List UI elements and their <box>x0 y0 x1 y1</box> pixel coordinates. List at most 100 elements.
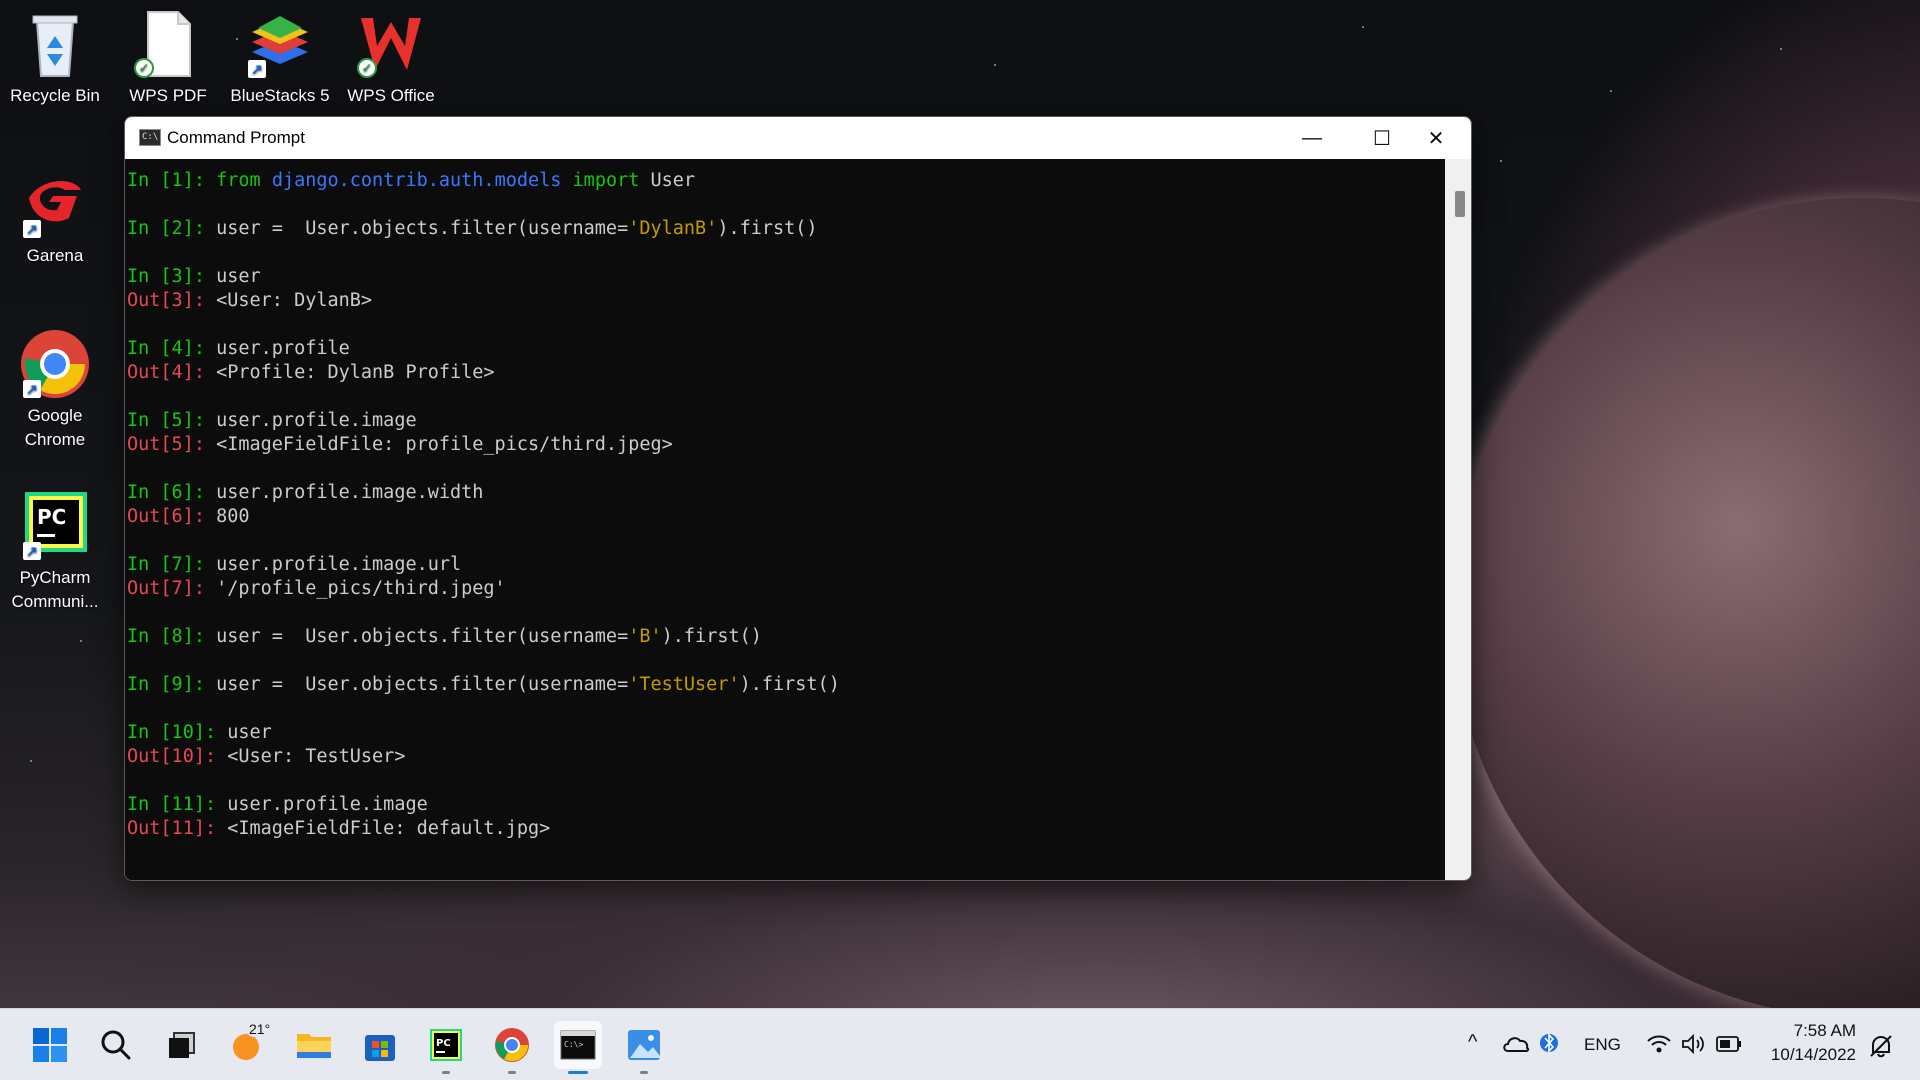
cmd-app-icon: C:\ <box>139 129 161 146</box>
wps-pdf-icon: ✓ <box>132 8 204 80</box>
running-indicator <box>442 1071 450 1074</box>
desktop-icon-recycle-bin[interactable]: Recycle Bin <box>0 8 110 108</box>
console-line: In [11]: user.profile.image <box>125 793 1445 817</box>
desktop-icon-garena[interactable]: ↗ Garena <box>0 168 110 268</box>
code: user = User.objects.filter(username= <box>216 218 629 239</box>
taskbar-chrome[interactable] <box>488 1021 536 1074</box>
console-line: In [8]: user = User.objects.filter(usern… <box>125 625 1445 649</box>
code: user.profile.image <box>216 410 417 431</box>
taskbar-file-explorer[interactable] <box>290 1021 338 1069</box>
scrollbar-thumb[interactable] <box>1455 191 1465 217</box>
command-prompt-window[interactable]: C:\ Command Prompt — ☐ ✕ In [1]: from dj… <box>124 116 1472 881</box>
code: <ImageFieldFile: default.jpg> <box>227 818 551 839</box>
desktop-icon-label: Garena <box>26 246 84 265</box>
sync-check-icon: ✓ <box>134 58 154 78</box>
wifi-icon[interactable] <box>1646 1033 1672 1060</box>
code: <ImageFieldFile: profile_pics/third.jpeg… <box>216 434 673 455</box>
code: <User: DylanB> <box>216 290 373 311</box>
bluestacks-icon: ↗ <box>244 8 316 80</box>
star <box>1610 90 1612 92</box>
desktop-icon-chrome[interactable]: ↗ Google Chrome <box>0 328 110 452</box>
prompt-in: In [10]: <box>127 722 228 743</box>
volume-icon[interactable] <box>1680 1033 1706 1060</box>
desktop-icon-label: Recycle Bin <box>10 86 100 105</box>
desktop-icon-wps-pdf[interactable]: ✓ WPS PDF <box>113 8 223 108</box>
terminal-icon: C:\> <box>560 1030 596 1060</box>
shortcut-arrow-icon: ↗ <box>23 380 41 398</box>
prompt-in: In [5]: <box>127 410 217 431</box>
window-titlebar[interactable]: C:\ Command Prompt — ☐ ✕ <box>125 117 1471 159</box>
onedrive-icon[interactable] <box>1502 1033 1530 1058</box>
console-line: Out[10]: <User: TestUser> <box>125 745 1445 769</box>
pycharm-icon: PC ↗ <box>19 490 91 562</box>
prompt-out: Out[3]: <box>127 290 217 311</box>
code: user <box>227 722 272 743</box>
console-line: In [10]: user <box>125 721 1445 745</box>
taskbar-photos[interactable] <box>620 1021 668 1074</box>
prompt-out: Out[11]: <box>127 818 228 839</box>
taskbar-microsoft-store[interactable] <box>356 1021 404 1069</box>
desktop-icon-label: WPS PDF <box>129 86 207 105</box>
desktop-icon-wps-office[interactable]: ✓ WPS Office <box>336 8 446 108</box>
taskbar-command-prompt[interactable]: C:\> <box>554 1021 602 1074</box>
desktop-icon-label: Google Chrome <box>24 406 86 449</box>
prompt-in: In [11]: <box>127 794 228 815</box>
star <box>994 64 996 66</box>
clock-time[interactable]: 7:58 AM <box>1768 1021 1856 1041</box>
desktop-icon-label: BlueStacks 5 <box>230 86 330 105</box>
weather-widget[interactable]: 21° <box>224 1021 274 1069</box>
task-view-button[interactable] <box>158 1021 206 1069</box>
star <box>1362 26 1364 28</box>
windows-logo-icon <box>33 1028 67 1062</box>
keyword: from <box>216 170 272 191</box>
notification-bell-icon <box>1870 1035 1892 1058</box>
clock-date[interactable]: 10/14/2022 <box>1754 1045 1856 1065</box>
photos-icon <box>628 1030 660 1060</box>
prompt-in: In [2]: <box>127 218 217 239</box>
bluetooth-icon[interactable] <box>1540 1029 1558 1062</box>
code: ).first() <box>739 674 840 695</box>
desktop-icon-pycharm[interactable]: PC ↗ PyCharm Communi... <box>0 490 110 614</box>
star <box>1500 160 1502 162</box>
shortcut-arrow-icon: ↗ <box>23 542 41 560</box>
code: user.profile.image <box>227 794 428 815</box>
battery-icon[interactable] <box>1716 1035 1742 1058</box>
window-title: Command Prompt <box>167 128 305 147</box>
code: user.profile.image.url <box>216 554 462 575</box>
console-line: In [7]: user.profile.image.url <box>125 553 1445 577</box>
garena-icon: ↗ <box>19 168 91 240</box>
svg-text:C:\>: C:\> <box>564 1040 583 1049</box>
vertical-scrollbar[interactable] <box>1445 159 1471 880</box>
code: User <box>650 170 696 191</box>
console-line: In [6]: user.profile.image.width <box>125 481 1445 505</box>
minimize-icon: — <box>1302 126 1322 149</box>
notifications-button[interactable] <box>1868 1033 1894 1064</box>
console-output[interactable]: In [1]: from django.contrib.auth.models … <box>125 159 1445 880</box>
prompt-in: In [9]: <box>127 674 217 695</box>
svg-text:PC: PC <box>37 505 66 529</box>
console-line: In [5]: user.profile.image <box>125 409 1445 433</box>
console-line: In [3]: user <box>125 265 1445 289</box>
close-button[interactable]: ✕ <box>1401 117 1471 159</box>
string-literal: 'B' <box>628 626 662 647</box>
start-button[interactable] <box>26 1021 74 1069</box>
running-indicator <box>640 1071 648 1074</box>
code: user.profile.image.width <box>216 482 484 503</box>
code: 800 <box>216 506 250 527</box>
desktop-icon-bluestacks[interactable]: ↗ BlueStacks 5 <box>225 8 335 108</box>
module-name: django.contrib.auth.models <box>271 170 562 191</box>
search-button[interactable] <box>92 1021 140 1069</box>
prompt-out: Out[4]: <box>127 362 217 383</box>
store-icon <box>365 1035 395 1061</box>
minimize-button[interactable]: — <box>1277 117 1347 159</box>
prompt-in: In [4]: <box>127 338 217 359</box>
language-indicator[interactable]: ENG <box>1584 1035 1621 1055</box>
show-hidden-icons-button[interactable]: ^ <box>1468 1031 1477 1054</box>
taskbar-pycharm[interactable]: PC <box>422 1021 470 1074</box>
